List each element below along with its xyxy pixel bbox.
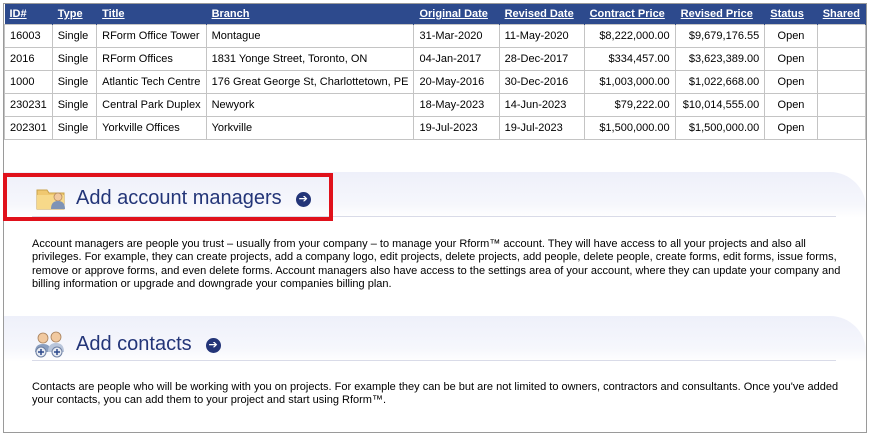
table-row[interactable]: 16003 Single RForm Office Tower Montague… bbox=[4, 23, 866, 48]
table-header-row: ID# Type Title Branch Original Date Revi… bbox=[4, 4, 866, 24]
add-contacts-link[interactable]: Add contacts ➔ bbox=[32, 330, 221, 358]
table-row[interactable]: 2016 Single RForm Offices 1831 Yonge Str… bbox=[4, 46, 866, 71]
col-header-shared[interactable]: Shared bbox=[817, 4, 866, 24]
cell-revised-date: 11-May-2020 bbox=[498, 23, 585, 48]
cell-status: Open bbox=[764, 69, 818, 94]
cell-title[interactable]: Atlantic Tech Centre bbox=[96, 69, 207, 94]
col-header-branch[interactable]: Branch bbox=[206, 4, 415, 24]
cell-title[interactable]: Central Park Duplex bbox=[96, 92, 207, 117]
cell-type: Single bbox=[51, 115, 98, 140]
cell-revised-date: 30-Dec-2016 bbox=[498, 69, 585, 94]
col-header-title[interactable]: Title bbox=[96, 4, 207, 24]
account-managers-description: Account managers are people you trust – … bbox=[32, 238, 841, 290]
cell-branch: 1831 Yonge Street, Toronto, ON bbox=[205, 46, 415, 71]
col-header-revised-price[interactable]: Revised Price bbox=[675, 4, 766, 24]
cell-status: Open bbox=[764, 92, 818, 117]
cell-title[interactable]: RForm Office Tower bbox=[96, 23, 207, 48]
cell-type: Single bbox=[51, 46, 98, 71]
cell-status: Open bbox=[764, 115, 818, 140]
cell-shared bbox=[816, 23, 866, 48]
cell-id: 230231 bbox=[4, 92, 53, 117]
cell-branch: Yorkville bbox=[205, 115, 415, 140]
cell-contract-price: $334,457.00 bbox=[583, 46, 676, 71]
col-header-revised-date[interactable]: Revised Date bbox=[499, 4, 585, 24]
cell-revised-price: $1,022,668.00 bbox=[674, 69, 766, 94]
cell-revised-date: 14-Jun-2023 bbox=[498, 92, 585, 117]
col-header-id[interactable]: ID# bbox=[4, 4, 53, 24]
cell-branch: Montague bbox=[205, 23, 415, 48]
contacts-title[interactable]: Add contacts bbox=[76, 333, 192, 356]
highlight-box bbox=[3, 173, 333, 221]
cell-branch: 176 Great George St, Charlottetown, PE bbox=[205, 69, 415, 94]
cell-contract-price: $79,222.00 bbox=[583, 92, 676, 117]
projects-table: ID# Type Title Branch Original Date Revi… bbox=[4, 4, 866, 140]
cell-original-date: 20-May-2016 bbox=[413, 69, 500, 94]
cell-type: Single bbox=[51, 69, 98, 94]
cell-original-date: 04-Jan-2017 bbox=[413, 46, 500, 71]
cell-id: 2016 bbox=[4, 46, 53, 71]
section-divider bbox=[32, 360, 836, 361]
col-header-original-date[interactable]: Original Date bbox=[413, 4, 500, 24]
cell-type: Single bbox=[51, 23, 98, 48]
cell-shared bbox=[816, 92, 866, 117]
cell-revised-date: 19-Jul-2023 bbox=[498, 115, 585, 140]
cell-id: 202301 bbox=[4, 115, 53, 140]
contacts-section: Add contacts ➔ Contacts are people who w… bbox=[4, 316, 866, 426]
contacts-description: Contacts are people who will be working … bbox=[32, 381, 839, 407]
col-header-type[interactable]: Type bbox=[52, 4, 98, 24]
col-header-contract-price[interactable]: Contract Price bbox=[584, 4, 676, 24]
cell-revised-price: $9,679,176.55 bbox=[674, 23, 766, 48]
cell-shared bbox=[816, 69, 866, 94]
cell-shared bbox=[816, 115, 866, 140]
cell-id: 16003 bbox=[4, 23, 53, 48]
cell-revised-date: 28-Dec-2017 bbox=[498, 46, 585, 71]
cell-revised-price: $10,014,555.00 bbox=[674, 92, 766, 117]
cell-contract-price: $1,003,000.00 bbox=[583, 69, 676, 94]
cell-title[interactable]: RForm Offices bbox=[96, 46, 207, 71]
cell-original-date: 31-Mar-2020 bbox=[413, 23, 500, 48]
cell-branch: Newyork bbox=[205, 92, 415, 117]
cell-revised-price: $3,623,389.00 bbox=[674, 46, 766, 71]
cell-contract-price: $1,500,000.00 bbox=[583, 115, 676, 140]
arrow-right-icon[interactable]: ➔ bbox=[205, 338, 221, 353]
cell-original-date: 18-May-2023 bbox=[413, 92, 500, 117]
cell-original-date: 19-Jul-2023 bbox=[413, 115, 500, 140]
table-row[interactable]: 1000 Single Atlantic Tech Centre 176 Gre… bbox=[4, 69, 866, 94]
cell-title[interactable]: Yorkville Offices bbox=[96, 115, 207, 140]
cell-contract-price: $8,222,000.00 bbox=[583, 23, 676, 48]
table-row[interactable]: 202301 Single Yorkville Offices Yorkvill… bbox=[4, 115, 866, 140]
col-header-status[interactable]: Status bbox=[764, 4, 818, 24]
cell-shared bbox=[816, 46, 866, 71]
cell-id: 1000 bbox=[4, 69, 53, 94]
cell-status: Open bbox=[764, 46, 818, 71]
add-people-icon bbox=[32, 330, 68, 358]
table-row[interactable]: 230231 Single Central Park Duplex Newyor… bbox=[4, 92, 866, 117]
cell-status: Open bbox=[764, 23, 818, 48]
cell-revised-price: $1,500,000.00 bbox=[674, 115, 766, 140]
cell-type: Single bbox=[51, 92, 98, 117]
